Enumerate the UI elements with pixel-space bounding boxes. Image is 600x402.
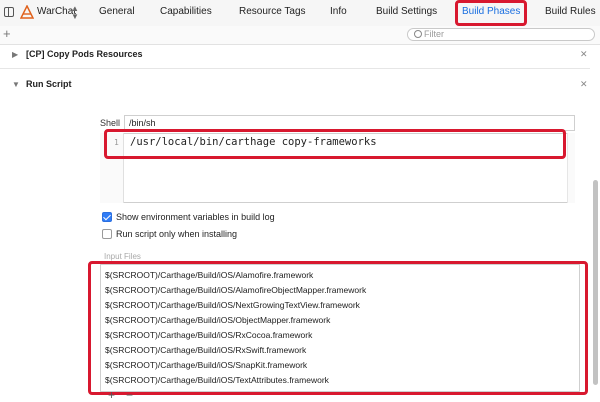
phase-title: [CP] Copy Pods Resources	[26, 49, 143, 59]
filter-icon	[414, 30, 422, 38]
run-only-installing-label: Run script only when installing	[116, 229, 238, 239]
disclosure-expanded-icon[interactable]: ▼	[12, 80, 20, 89]
disclosure-collapsed-icon[interactable]: ▶	[12, 50, 18, 59]
add-input-file-icon[interactable]: +	[108, 389, 115, 401]
vertical-scrollbar[interactable]	[593, 180, 598, 385]
tab-build-rules[interactable]: Build Rules	[545, 6, 596, 17]
tab-general[interactable]: General	[99, 6, 135, 17]
tab-info[interactable]: Info	[330, 6, 347, 17]
app-target-icon	[19, 4, 35, 19]
show-env-checkbox[interactable]	[102, 212, 112, 222]
run-only-installing-checkbox[interactable]	[102, 229, 112, 239]
shell-label: Shell	[100, 118, 121, 128]
chevron-updown-icon[interactable]: ▲ ▼	[71, 5, 79, 21]
shell-value: /bin/sh	[129, 118, 156, 128]
build-phases-highlight	[455, 0, 527, 26]
input-files-highlight	[88, 261, 588, 395]
script-highlight	[104, 129, 566, 159]
show-env-label: Show environment variables in build log	[116, 212, 275, 222]
add-phase-icon[interactable]: +	[3, 26, 11, 42]
editor-scrollbar[interactable]	[567, 133, 575, 203]
tab-capabilities[interactable]: Capabilities	[160, 6, 212, 17]
filter-placeholder: Filter	[424, 29, 444, 39]
close-icon[interactable]: ✕	[580, 79, 588, 90]
phase-title: Run Script	[26, 79, 72, 89]
input-files-label: Input Files	[104, 252, 141, 261]
remove-input-file-icon[interactable]: −	[126, 389, 133, 401]
close-icon[interactable]: ✕	[580, 49, 588, 60]
tab-resource-tags[interactable]: Resource Tags	[239, 6, 306, 17]
tab-build-settings[interactable]: Build Settings	[376, 6, 437, 17]
sidebar-toggle-icon[interactable]	[4, 7, 14, 17]
